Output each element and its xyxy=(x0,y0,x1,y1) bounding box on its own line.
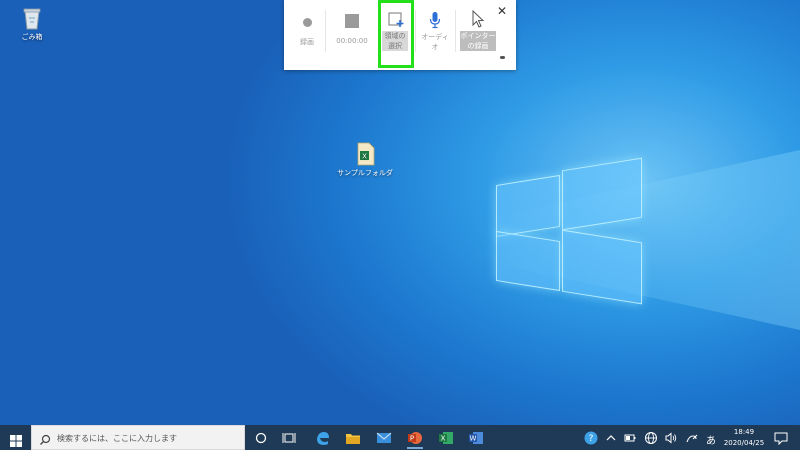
audio-button[interactable]: オーディ オ xyxy=(420,8,450,52)
word-icon: W xyxy=(469,432,483,444)
start-button[interactable] xyxy=(10,432,22,447)
volume-button[interactable] xyxy=(663,430,679,446)
record-button[interactable]: 録画 xyxy=(296,8,318,47)
search-box[interactable]: 検索するには、ここに入力します xyxy=(31,425,245,450)
windows-logo-wallpaper xyxy=(496,157,642,310)
clock-time[interactable]: 18:49 xyxy=(724,428,764,436)
highlight-box xyxy=(378,0,414,68)
excel-button[interactable]: X xyxy=(438,430,454,446)
clock-date[interactable]: 2020/04/25 xyxy=(720,439,768,447)
mail-button[interactable] xyxy=(376,430,392,446)
svg-text:P: P xyxy=(410,435,414,443)
separator xyxy=(325,10,326,52)
ime-indicator[interactable]: あ xyxy=(706,432,716,447)
excel-icon: X xyxy=(439,432,453,444)
recycle-bin-icon xyxy=(22,6,42,30)
cortana-button[interactable] xyxy=(253,430,269,446)
pen-icon xyxy=(686,434,698,443)
powerpoint-icon: P xyxy=(408,432,422,444)
pin-icon[interactable] xyxy=(500,56,505,59)
svg-text:?: ? xyxy=(589,434,594,444)
sample-folder-label: サンプルフォルダ xyxy=(337,169,393,177)
stop-square-icon xyxy=(345,14,359,28)
windows-icon xyxy=(10,435,22,447)
microphone-icon xyxy=(429,11,441,29)
search-icon xyxy=(39,431,51,450)
record-label: 録画 xyxy=(300,38,314,46)
audio-label-line2: オ xyxy=(431,43,439,51)
task-view-icon xyxy=(282,433,296,443)
folder-icon xyxy=(346,434,360,444)
cortana-icon xyxy=(255,432,267,444)
svg-text:X: X xyxy=(441,435,446,443)
edge-icon xyxy=(317,432,329,445)
pen-button[interactable] xyxy=(684,430,700,446)
stop-timer[interactable]: 00:00:00 xyxy=(332,8,372,45)
separator xyxy=(455,10,456,52)
recycle-bin-label: ごみ箱 xyxy=(21,33,43,41)
search-placeholder: 検索するには、ここに入力します xyxy=(57,434,177,443)
battery-icon xyxy=(624,434,636,442)
task-view-button[interactable] xyxy=(281,430,297,446)
svg-text:W: W xyxy=(470,435,477,443)
audio-label-line1: オーディ xyxy=(421,33,449,41)
mail-icon xyxy=(376,432,392,443)
separator xyxy=(415,10,416,52)
pointer-label-line1: ポインター xyxy=(460,31,496,41)
speaker-icon xyxy=(665,432,677,444)
battery-button[interactable] xyxy=(622,430,638,446)
record-dot-icon xyxy=(302,18,312,27)
file-explorer-button[interactable] xyxy=(345,430,361,446)
sample-folder-desktop-icon[interactable]: X サンプルフォルダ xyxy=(337,142,393,178)
globe-icon xyxy=(645,432,657,444)
pointer-icon xyxy=(471,9,485,28)
notification-icon xyxy=(774,432,788,446)
excel-file-icon: X xyxy=(354,142,376,166)
help-button[interactable]: ? xyxy=(583,430,599,446)
chevron-up-icon xyxy=(606,435,616,441)
record-pointer-button[interactable]: ポインター の録画 xyxy=(460,8,496,51)
show-hidden-icons-button[interactable] xyxy=(603,430,619,446)
active-app-indicator xyxy=(407,447,423,449)
close-icon[interactable]: ✕ xyxy=(497,4,507,18)
word-button[interactable]: W xyxy=(468,430,484,446)
help-icon: ? xyxy=(584,431,598,445)
powerpoint-button[interactable]: P xyxy=(407,430,423,446)
svg-text:X: X xyxy=(362,153,367,161)
pointer-label-line2: の録画 xyxy=(460,41,496,51)
edge-button[interactable] xyxy=(315,430,331,446)
timer-text: 00:00:00 xyxy=(336,37,368,45)
network-button[interactable] xyxy=(643,430,659,446)
notifications-button[interactable] xyxy=(773,430,789,446)
recycle-bin-desktop-icon[interactable]: ごみ箱 xyxy=(14,6,50,42)
